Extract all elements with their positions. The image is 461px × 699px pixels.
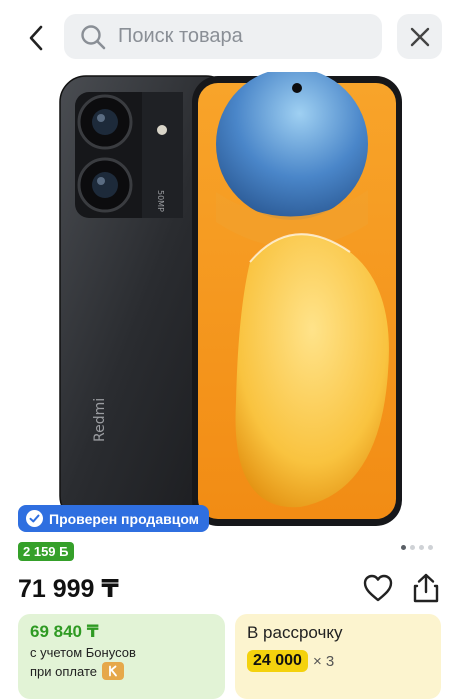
installment-amount: 24 000: [247, 650, 308, 672]
gallery-dot: [428, 545, 433, 550]
close-button[interactable]: [397, 14, 442, 59]
search-placeholder: Поиск товара: [118, 25, 243, 47]
brand-mark: Redmi: [92, 398, 108, 442]
chevron-left-icon: [29, 25, 43, 51]
product-price: 71 999 ₸: [18, 575, 119, 603]
product-image-gallery[interactable]: 50MP Redmi: [0, 72, 461, 540]
bonus-note: с учетом Бонусов: [30, 645, 136, 660]
close-icon: [410, 27, 429, 46]
search-input[interactable]: Поиск товара: [64, 14, 382, 59]
back-button[interactable]: [18, 18, 54, 58]
bonus-payment-note: при оплате: [30, 662, 213, 680]
favorite-button[interactable]: [362, 573, 394, 603]
installment-card[interactable]: В рассрочку 24 000 × 3: [235, 614, 441, 699]
gallery-dot: [410, 545, 415, 550]
kaspi-icon: [101, 662, 124, 680]
bonus-price-card[interactable]: 69 840 ₸ с учетом Бонусов при оплате: [18, 614, 225, 699]
top-bar: Поиск товара: [0, 0, 461, 72]
bonus-price: 69 840 ₸: [30, 622, 99, 641]
installment-multiplier: × 3: [312, 652, 335, 670]
gallery-dot: [401, 545, 406, 550]
share-button[interactable]: [411, 572, 441, 604]
search-icon: [81, 24, 106, 49]
camera-label: 50MP: [156, 190, 165, 212]
heart-icon: [363, 574, 393, 602]
gallery-dot: [419, 545, 424, 550]
verified-label: Проверен продавцом: [49, 510, 200, 527]
check-circle-icon: [26, 510, 43, 527]
bonus-points-badge: 2 159 Б: [18, 542, 74, 561]
gallery-pagination: [401, 545, 433, 550]
verified-seller-badge: Проверен продавцом: [18, 505, 210, 532]
installment-title: В рассрочку: [247, 623, 343, 642]
share-icon: [413, 573, 439, 603]
bonus-payment-text: при оплате: [30, 663, 97, 679]
installment-row: 24 000 × 3: [247, 650, 429, 672]
product-image: 50MP Redmi: [59, 72, 402, 526]
